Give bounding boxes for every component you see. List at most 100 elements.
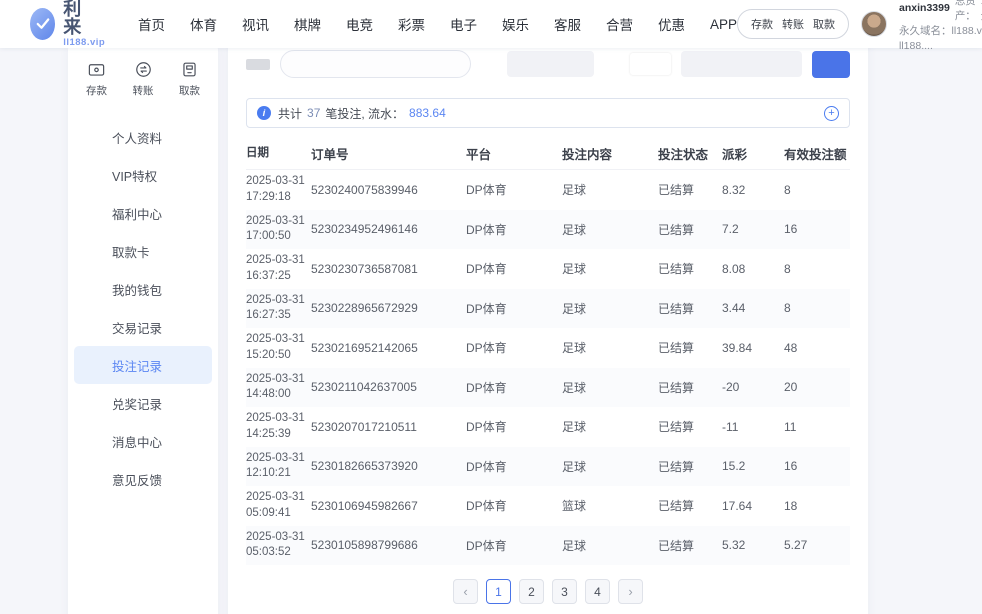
cell-valid-bet: 48 — [784, 341, 850, 355]
nav-item-1[interactable]: 体育 — [190, 14, 217, 34]
cell-payout: 17.64 — [722, 499, 784, 513]
nav-item-11[interactable]: APP — [710, 17, 737, 32]
wallet-action[interactable]: 取款 — [813, 16, 835, 32]
table-row: 2025-03-31 17:00:50 5230234952496146 DP体… — [246, 210, 850, 250]
quick-action-transfer[interactable]: 转账 — [133, 60, 154, 98]
cell-platform: DP体育 — [466, 537, 562, 554]
next-page-button[interactable]: › — [618, 579, 643, 604]
cell-bet-content: 足球 — [562, 458, 658, 475]
cell-date: 2025-03-31 05:09:41 — [246, 490, 311, 521]
cell-valid-bet: 16 — [784, 222, 850, 236]
brand-logo[interactable]: 利 来 ll188.vip — [30, 0, 112, 48]
top-header: 利 来 ll188.vip 首页体育视讯棋牌电竞彩票电子娱乐客服合营优惠APP … — [0, 0, 982, 48]
cell-valid-bet: 8 — [784, 262, 850, 276]
cell-bet-content: 篮球 — [562, 497, 658, 514]
cell-date: 2025-03-31 16:37:25 — [246, 253, 311, 284]
sidebar-item-bank-card[interactable]: 取款卡 — [74, 232, 212, 270]
bet-record-icon — [86, 357, 102, 373]
prev-page-button[interactable]: ‹ — [453, 579, 478, 604]
cell-date: 2025-03-31 05:03:52 — [246, 530, 311, 561]
table-row: 2025-03-31 17:29:18 5230240075839946 DP体… — [246, 170, 850, 210]
table-row: 2025-03-31 05:09:41 5230106945982667 DP体… — [246, 486, 850, 526]
column-header: 投注状态 — [658, 144, 722, 163]
page-button-1[interactable]: 1 — [486, 579, 511, 604]
nav-item-5[interactable]: 彩票 — [398, 14, 425, 34]
sidebar-quick-actions: 存款 转账 取款 — [68, 60, 218, 104]
page-button-4[interactable]: 4 — [585, 579, 610, 604]
cell-platform: DP体育 — [466, 497, 562, 514]
quick-action-withdraw[interactable]: 取款 — [179, 60, 200, 98]
bet-count: 37 — [307, 106, 320, 120]
wallet-actions-pill: 存款转账取款 — [737, 9, 849, 39]
nav-item-8[interactable]: 客服 — [554, 14, 581, 34]
column-header: 有效投注额 — [784, 144, 850, 163]
cell-date: 2025-03-31 17:29:18 — [246, 174, 311, 205]
cell-valid-bet: 8 — [784, 301, 850, 315]
nav-item-7[interactable]: 娱乐 — [502, 14, 529, 34]
nav-item-9[interactable]: 合营 — [606, 14, 633, 34]
deposit-icon — [87, 60, 106, 79]
wallet-action[interactable]: 转账 — [782, 16, 804, 32]
table-row: 2025-03-31 14:25:39 5230207017210511 DP体… — [246, 407, 850, 447]
content-area: 存款 转账 取款 个人资料 VIP特权 福利中心 取款卡 — [0, 48, 982, 614]
cell-payout: -11 — [722, 420, 784, 434]
cell-bet-content: 足球 — [562, 181, 658, 198]
username: anxin3399 — [899, 1, 950, 16]
filter-toggle-group[interactable] — [507, 51, 594, 77]
cell-valid-bet: 20 — [784, 380, 850, 394]
nav-item-3[interactable]: 棋牌 — [294, 14, 321, 34]
cell-order-no: 5230106945982667 — [311, 499, 466, 513]
clipboard-icon — [86, 395, 102, 411]
assets-label: 总资产： — [955, 0, 976, 24]
cell-platform: DP体育 — [466, 221, 562, 238]
bet-table-header: 日期订单号平台投注内容投注状态派彩有效投注额 — [246, 138, 850, 170]
summary-banner: i 共计 37 笔投注, 流水： 883.64 + — [246, 98, 850, 128]
cell-payout: -20 — [722, 380, 784, 394]
cell-order-no: 5230105898799686 — [311, 538, 466, 552]
table-row: 2025-03-31 14:48:00 5230211042637005 DP体… — [246, 368, 850, 408]
quick-action-deposit[interactable]: 存款 — [86, 60, 107, 98]
filter-active-segment[interactable] — [630, 53, 670, 75]
cell-date: 2025-03-31 17:00:50 — [246, 214, 311, 245]
sidebar-item-wallet[interactable]: 我的钱包 — [74, 270, 212, 308]
avatar[interactable] — [861, 11, 887, 37]
cell-status: 已结算 — [658, 260, 722, 277]
page-button-2[interactable]: 2 — [519, 579, 544, 604]
cell-date: 2025-03-31 15:20:50 — [246, 332, 311, 363]
cell-status: 已结算 — [658, 497, 722, 514]
sidebar-item-id-card[interactable]: 个人资料 — [74, 118, 212, 156]
cell-order-no: 5230216952142065 — [311, 341, 466, 355]
date-range-input[interactable] — [280, 50, 471, 78]
page-buttons: 1234 — [486, 579, 610, 604]
sidebar: 存款 转账 取款 个人资料 VIP特权 福利中心 取款卡 — [68, 48, 218, 614]
cell-date: 2025-03-31 14:48:00 — [246, 372, 311, 403]
pagination: ‹ 1234 › — [228, 579, 868, 604]
page-button-3[interactable]: 3 — [552, 579, 577, 604]
sidebar-item-mail[interactable]: 消息中心 — [74, 422, 212, 460]
nav-item-4[interactable]: 电竞 — [346, 14, 373, 34]
cell-status: 已结算 — [658, 537, 722, 554]
cell-payout: 8.32 — [722, 183, 784, 197]
permanent-domain: 永久域名：ll188.vip | ll188.... — [899, 24, 982, 54]
nav-item-10[interactable]: 优惠 — [658, 14, 685, 34]
filter-option-group[interactable] — [681, 51, 802, 77]
nav-item-6[interactable]: 电子 — [450, 14, 477, 34]
sidebar-item-bet-record[interactable]: 投注记录 — [74, 346, 212, 384]
bet-records-panel: i 共计 37 笔投注, 流水： 883.64 + 日期订单号平台投注内容投注状… — [228, 48, 868, 614]
sidebar-item-transaction-list[interactable]: 交易记录 — [74, 308, 212, 346]
cell-order-no: 5230182665373920 — [311, 459, 466, 473]
sidebar-item-gift[interactable]: 福利中心 — [74, 194, 212, 232]
nav-item-2[interactable]: 视讯 — [242, 14, 269, 34]
nav-item-0[interactable]: 首页 — [138, 14, 165, 34]
wallet-action[interactable]: 存款 — [751, 16, 773, 32]
main-nav: 首页 体育 视讯 棋牌 电竞 彩票 电子 娱乐 客服 合营 优惠 APP — [138, 14, 737, 34]
cell-valid-bet: 18 — [784, 499, 850, 513]
expand-plus-icon[interactable]: + — [824, 106, 839, 121]
column-header: 派彩 — [722, 144, 784, 163]
cell-status: 已结算 — [658, 458, 722, 475]
cell-payout: 7.2 — [722, 222, 784, 236]
sidebar-item-feedback[interactable]: 意见反馈 — [74, 460, 212, 498]
sidebar-item-crown[interactable]: VIP特权 — [74, 156, 212, 194]
sidebar-item-clipboard[interactable]: 兑奖记录 — [74, 384, 212, 422]
filter-submit-button[interactable] — [812, 51, 850, 78]
